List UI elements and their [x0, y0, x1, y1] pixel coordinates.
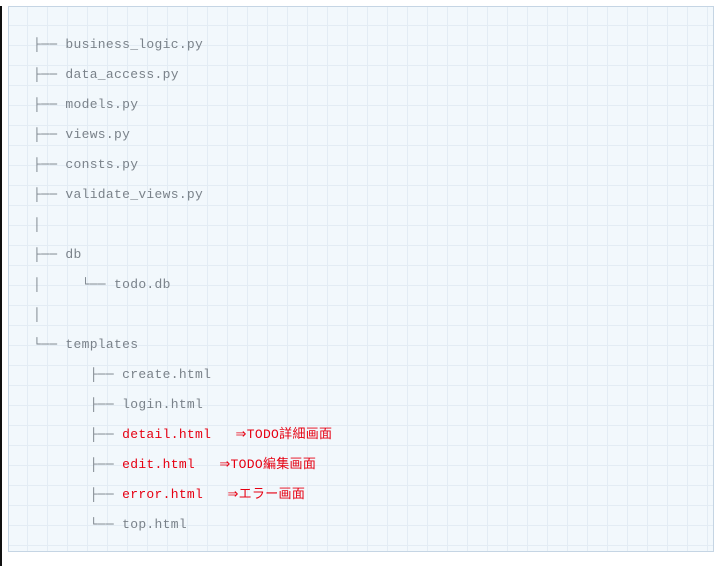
tree-file-name: error.html ⇒エラー画面: [122, 488, 305, 501]
tree-line: ├── consts.py: [33, 149, 703, 179]
tree-prefix: └──: [33, 338, 65, 351]
tree-prefix: ├──: [33, 398, 122, 411]
tree-prefix: ├──: [33, 368, 122, 381]
tree-file-name: edit.html ⇒TODO編集画面: [122, 458, 316, 471]
tree-prefix: ├──: [33, 68, 65, 81]
tree-line: │ └── todo.db: [33, 269, 703, 299]
tree-line: └── templates: [33, 329, 703, 359]
tree-prefix: │: [33, 308, 41, 321]
tree-file-name: validate_views.py: [65, 188, 203, 201]
tree-line: ├── db: [33, 239, 703, 269]
tree-prefix: ├──: [33, 128, 65, 141]
tree-prefix: ├──: [33, 158, 65, 171]
tree-file-name: login.html: [122, 398, 203, 411]
tree-prefix: └──: [33, 518, 122, 531]
tree-file-name: db: [65, 248, 81, 261]
tree-file-name: business_logic.py: [65, 38, 203, 51]
tree-prefix: ├──: [33, 488, 122, 501]
tree-line: ├── views.py: [33, 119, 703, 149]
tree-file-name: todo.db: [114, 278, 171, 291]
tree-prefix: ├──: [33, 188, 65, 201]
tree-prefix: │: [33, 218, 41, 231]
tree-file-name: detail.html ⇒TODO詳細画面: [122, 428, 332, 441]
tree-line: ├── detail.html ⇒TODO詳細画面: [33, 419, 703, 449]
tree-line: ├── login.html: [33, 389, 703, 419]
tree-line: ├── edit.html ⇒TODO編集画面: [33, 449, 703, 479]
file-tree: ├── business_logic.py├── data_access.py├…: [9, 7, 713, 549]
tree-file-name: templates: [65, 338, 138, 351]
tree-prefix: ├──: [33, 248, 65, 261]
tree-prefix: │ └──: [33, 278, 114, 291]
tree-line: ├── create.html: [33, 359, 703, 389]
tree-line: │: [33, 299, 703, 329]
tree-file-name: views.py: [65, 128, 130, 141]
tree-file-name: models.py: [65, 98, 138, 111]
tree-line: ├── data_access.py: [33, 59, 703, 89]
tree-line: │: [33, 209, 703, 239]
tree-file-name: create.html: [122, 368, 211, 381]
tree-file-name: top.html: [122, 518, 187, 531]
tree-line: └── top.html: [33, 509, 703, 539]
tree-line: ├── validate_views.py: [33, 179, 703, 209]
tree-prefix: ├──: [33, 428, 122, 441]
tree-prefix: ├──: [33, 38, 65, 51]
tree-prefix: ├──: [33, 458, 122, 471]
tree-line: ├── error.html ⇒エラー画面: [33, 479, 703, 509]
tree-file-name: data_access.py: [65, 68, 178, 81]
code-block: ├── business_logic.py├── data_access.py├…: [8, 6, 714, 552]
tree-file-name: consts.py: [65, 158, 138, 171]
tree-line: ├── business_logic.py: [33, 29, 703, 59]
tree-prefix: ├──: [33, 98, 65, 111]
container: ├── business_logic.py├── data_access.py├…: [0, 6, 720, 566]
tree-line: ├── models.py: [33, 89, 703, 119]
